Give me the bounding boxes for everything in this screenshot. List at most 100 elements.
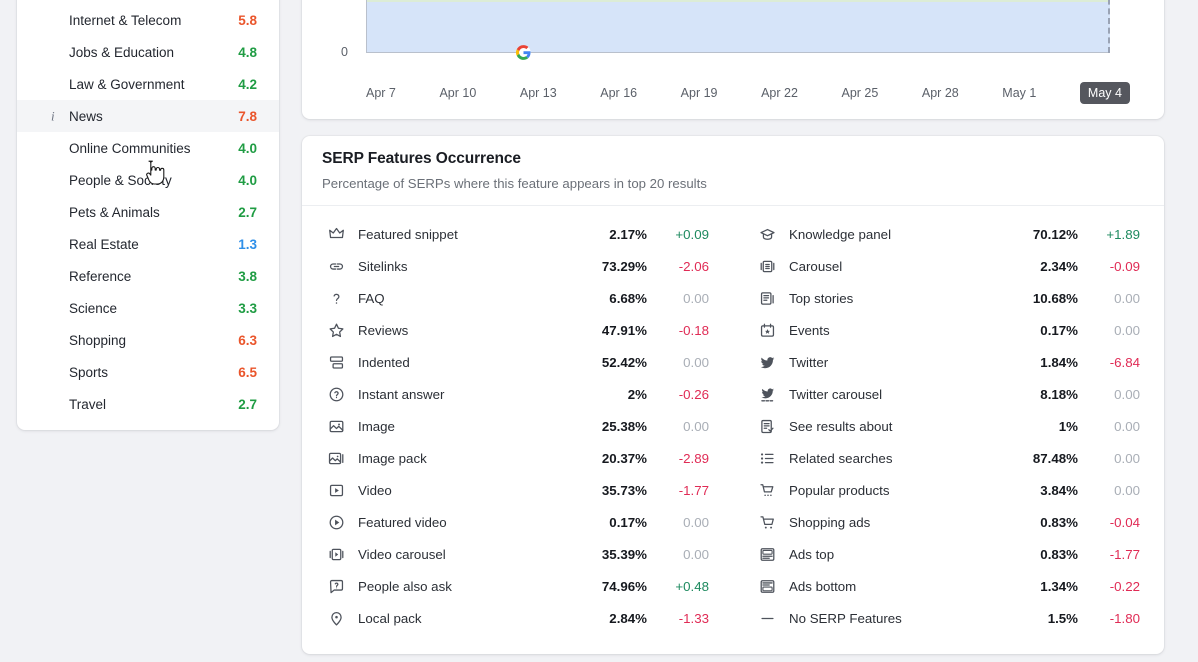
top-stories-icon (757, 288, 777, 308)
image-icon (326, 416, 346, 436)
serp-feature-row[interactable]: Shopping ads 0.83% -0.04 (757, 506, 1140, 538)
category-row-online-communities[interactable]: Online Communities 4.0 (17, 132, 279, 164)
category-label: Science (69, 300, 118, 316)
visibility-chart-card: 2 0 (302, 0, 1164, 119)
serp-feature-row[interactable]: Events 0.17% 0.00 (757, 314, 1140, 346)
info-icon[interactable]: i (51, 110, 55, 123)
serp-feature-label: Indented (358, 354, 410, 370)
image-pack-icon (326, 448, 346, 468)
category-row-real-estate[interactable]: Real Estate 1.3 (17, 228, 279, 260)
serp-feature-row[interactable]: People also ask 74.96% +0.48 (326, 570, 709, 602)
category-row-internet-telecom[interactable]: Internet & Telecom 5.8 (17, 4, 279, 36)
serp-feature-row[interactable]: Local pack 2.84% -1.33 (326, 602, 709, 634)
serp-feature-row[interactable]: Featured snippet 2.17% +0.09 (326, 218, 709, 250)
serp-feature-row[interactable]: Carousel 2.34% -0.09 (757, 250, 1140, 282)
serp-feature-row[interactable]: Video 35.73% -1.77 (326, 474, 709, 506)
serp-feature-row[interactable]: Ads top 0.83% -1.77 (757, 538, 1140, 570)
category-row-people-society[interactable]: People & Society 4.0 (17, 164, 279, 196)
serp-feature-row[interactable]: Sitelinks 73.29% -2.06 (326, 250, 709, 282)
serp-feature-label: Top stories (789, 290, 854, 306)
star-icon (326, 320, 346, 340)
category-row-law-government[interactable]: Law & Government 4.2 (17, 68, 279, 100)
x-tick-apr-22[interactable]: Apr 22 (761, 86, 798, 104)
serp-feature-delta: -2.89 (678, 450, 709, 466)
serp-feature-row[interactable]: Twitter 1.84% -6.84 (757, 346, 1140, 378)
serp-feature-row[interactable]: Knowledge panel 70.12% +1.89 (757, 218, 1140, 250)
link-icon (326, 256, 346, 276)
serp-feature-row[interactable]: Image 25.38% 0.00 (326, 410, 709, 442)
serp-feature-percent: 70.12% (1032, 226, 1078, 242)
category-row-reference[interactable]: Reference 3.8 (17, 260, 279, 292)
serp-feature-row[interactable]: Instant answer 2% -0.26 (326, 378, 709, 410)
serp-feature-label: Related searches (789, 450, 893, 466)
serp-feature-label: Popular products (789, 482, 890, 498)
serp-feature-label: Sitelinks (358, 258, 408, 274)
serp-feature-row[interactable]: Indented 52.42% 0.00 (326, 346, 709, 378)
serp-feature-percent: 2.34% (1040, 258, 1078, 274)
serp-feature-row[interactable]: Image pack 20.37% -2.89 (326, 442, 709, 474)
serp-feature-delta: -6.84 (1109, 354, 1140, 370)
serp-feature-percent: 35.73% (601, 482, 647, 498)
x-tick-apr-16[interactable]: Apr 16 (600, 86, 637, 104)
serp-feature-delta: 0.00 (1114, 482, 1140, 498)
serp-feature-row[interactable]: Related searches 87.48% 0.00 (757, 442, 1140, 474)
serp-feature-row[interactable]: Ads bottom 1.34% -0.22 (757, 570, 1140, 602)
serp-features-card: SERP Features Occurrence Percentage of S… (302, 136, 1164, 654)
serp-feature-row[interactable]: Featured video 0.17% 0.00 (326, 506, 709, 538)
serp-feature-row[interactable]: Twitter carousel 8.18% 0.00 (757, 378, 1140, 410)
serp-feature-delta: 0.00 (683, 418, 709, 434)
category-row-shopping[interactable]: Shopping 6.3 (17, 324, 279, 356)
category-score: 1.3 (238, 236, 257, 252)
category-row-pets-animals[interactable]: Pets & Animals 2.7 (17, 196, 279, 228)
category-list: Hobbies & Leisure3.9Home & Garden5.4Inte… (17, 0, 279, 420)
category-label: News (69, 108, 103, 124)
video-carousel-icon (326, 544, 346, 564)
serp-feature-delta: -0.09 (1109, 258, 1140, 274)
serp-feature-row[interactable]: Reviews 47.91% -0.18 (326, 314, 709, 346)
x-tick-apr-13[interactable]: Apr 13 (520, 86, 557, 104)
category-label: Law & Government (69, 76, 185, 92)
category-label: Online Communities (69, 140, 191, 156)
serp-feature-row[interactable]: See results about 1% 0.00 (757, 410, 1140, 442)
serp-feature-row[interactable]: No SERP Features 1.5% -1.80 (757, 602, 1140, 634)
category-row-science[interactable]: Science 3.3 (17, 292, 279, 324)
x-tick-may-1[interactable]: May 1 (1002, 86, 1036, 104)
chart-plot-area (366, 0, 1110, 60)
serp-feature-row[interactable]: FAQ 6.68% 0.00 (326, 282, 709, 314)
carousel-icon (757, 256, 777, 276)
x-tick-apr-28[interactable]: Apr 28 (922, 86, 959, 104)
related-searches-icon (757, 448, 777, 468)
serp-card-title: SERP Features Occurrence (322, 150, 521, 167)
indent-icon (326, 352, 346, 372)
google-g-icon[interactable] (516, 45, 531, 60)
category-row-news[interactable]: i News 7.8 (17, 100, 279, 132)
serp-feature-label: Instant answer (358, 386, 445, 402)
x-tick-apr-7[interactable]: Apr 7 (366, 86, 396, 104)
serp-feature-row[interactable]: Popular products 3.84% 0.00 (757, 474, 1140, 506)
crown-icon (326, 224, 346, 244)
category-row-travel[interactable]: Travel 2.7 (17, 388, 279, 420)
x-tick-apr-19[interactable]: Apr 19 (681, 86, 718, 104)
category-row-sports[interactable]: Sports 6.5 (17, 356, 279, 388)
ads-bottom-icon (757, 576, 777, 596)
serp-feature-label: People also ask (358, 578, 452, 594)
serp-card-subtitle: Percentage of SERPs where this feature a… (322, 176, 707, 191)
serp-feature-delta: +0.09 (675, 226, 709, 242)
serp-feature-label: See results about (789, 418, 893, 434)
serp-feature-delta: -2.06 (678, 258, 709, 274)
serp-feature-row[interactable]: Top stories 10.68% 0.00 (757, 282, 1140, 314)
category-label: Internet & Telecom (69, 12, 182, 28)
x-tick-may-4-selected[interactable]: May 4 (1079, 82, 1130, 104)
category-row-jobs-education[interactable]: Jobs & Education 4.8 (17, 36, 279, 68)
graduation-cap-icon (757, 224, 777, 244)
category-score: 3.3 (238, 300, 257, 316)
category-score: 4.0 (238, 172, 257, 188)
chart-band-blue (366, 2, 1110, 52)
x-tick-apr-25[interactable]: Apr 25 (841, 86, 878, 104)
popular-products-icon (757, 480, 777, 500)
serp-feature-percent: 52.42% (601, 354, 647, 370)
serp-feature-row[interactable]: Video carousel 35.39% 0.00 (326, 538, 709, 570)
serp-feature-delta: 0.00 (683, 546, 709, 562)
x-tick-apr-10[interactable]: Apr 10 (439, 86, 476, 104)
serp-feature-delta: +0.48 (675, 578, 709, 594)
